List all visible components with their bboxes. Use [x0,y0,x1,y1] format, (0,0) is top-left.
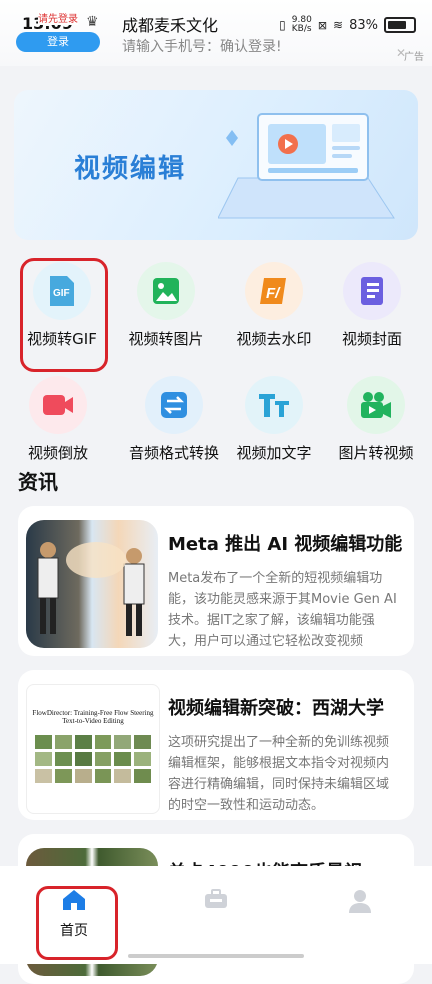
net-speed: 9.80 KB/s [291,15,312,34]
tool-label: 视频倒放 [27,444,88,462]
tool-label: 视频加文字 [236,444,312,462]
tool-video-reverse[interactable]: 视频倒放 [8,376,108,463]
news-desc: 这项研究提出了一种全新的免训练视频编辑框架，能够根据文本指令对视频内容进行精确编… [168,735,390,813]
tool-video-cover[interactable]: 视频封面 [322,262,422,349]
video-camera-icon [29,376,87,434]
dancer-image-icon [37,542,145,636]
film-camera-icon [347,376,405,434]
tool-label: 视频去水印 [236,330,312,348]
video-edit-banner[interactable]: 视频编辑 [14,90,418,240]
laptop-illustration-icon [218,113,395,219]
crown-icon: ♛ [86,14,99,30]
sim-off-icon: ⊠ [317,18,328,32]
news-title: 视频编辑新突破：西湖大学 [168,698,384,719]
ad-login-tag: 请先登录 [38,10,78,25]
paper-subtitle: Text-to-Video Editing [62,717,124,725]
tool-video-add-text[interactable]: 视频加文字 [224,376,324,463]
tool-label: 视频转图片 [128,330,204,348]
paper-figure [35,735,151,783]
tool-image-to-video[interactable]: 图片转视频 [326,376,426,463]
news-thumbnail: FlowDirector: Training-Free Flow Steerin… [26,684,160,814]
image-icon [137,262,195,320]
battery-icon [384,17,416,33]
svg-text:F/: F/ [266,285,281,302]
tool-label: 视频封面 [341,330,402,348]
tool-label: 图片转视频 [338,444,414,462]
swap-icon [145,376,203,434]
battery-text: 83% [349,17,378,33]
news-desc: Meta发布了一个全新的短视频编辑功能，该功能灵感来源于其Movie Gen A… [168,571,397,649]
watermark-icon: F/ [245,262,303,320]
tab-profile[interactable] [320,888,400,918]
user-icon [349,890,371,913]
news-section-title: 资讯 [18,470,58,494]
status-bar: 13:09 ▯ 9.80 KB/s ⊠ ≋ 83% 请先登录 登录 ♛ 成都麦禾… [0,0,432,66]
news-card[interactable]: Meta 推出 AI 视频编辑功能 Meta发布了一个全新的短视频编辑功能，该功… [18,506,414,656]
tool-label: 音频格式转换 [128,444,219,462]
vibrate-icon: ▯ [279,18,286,32]
paper-title: FlowDirector: Training-Free Flow Steerin… [32,709,154,717]
ad-subtitle[interactable]: 请输入手机号：确认登录! [122,36,282,56]
tool-video-to-image[interactable]: 视频转图片 [116,262,216,349]
news-title: Meta 推出 AI 视频编辑功能 [168,534,403,555]
tool-audio-convert[interactable]: 音频格式转换 [124,376,224,463]
tool-remove-watermark[interactable]: F/ 视频去水印 [224,262,324,349]
ad-login-button[interactable]: 登录 [16,32,100,52]
ad-label: 广告 [404,52,424,63]
notebook-icon [343,262,401,320]
banner-title: 视频编辑 [74,154,187,184]
wifi-icon: ≋ [333,18,344,32]
home-tab-highlight [36,886,118,960]
video-to-gif-highlight [20,258,108,372]
ad-title[interactable]: 成都麦禾文化 [122,12,218,36]
tab-toolbox[interactable] [176,888,256,914]
text-icon [245,376,303,434]
news-card[interactable]: FlowDirector: Training-Free Flow Steerin… [18,670,414,820]
home-indicator [128,954,304,958]
status-icons: ▯ 9.80 KB/s ⊠ ≋ 83% [279,16,416,34]
toolbox-icon [205,889,227,908]
news-thumbnail [26,520,158,648]
